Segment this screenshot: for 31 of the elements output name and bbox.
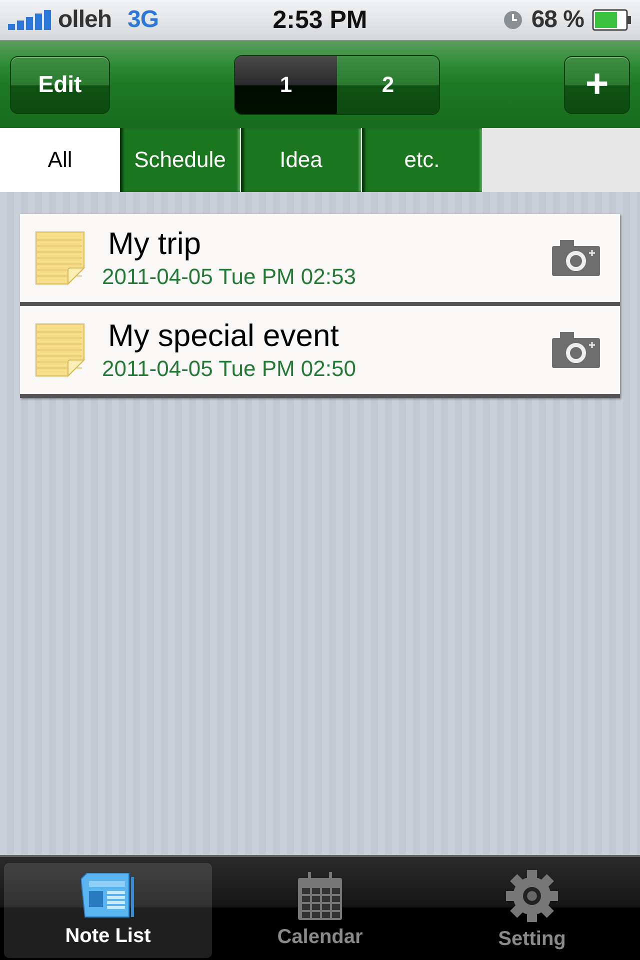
edit-button[interactable]: Edit <box>10 56 110 114</box>
category-tab[interactable]: Idea <box>241 128 361 192</box>
carrier-name: olleh <box>58 6 112 34</box>
network-type: 3G <box>128 6 159 34</box>
tab-bar-item[interactable]: Setting <box>428 863 636 958</box>
tab-bar-item[interactable]: Calendar <box>216 863 424 958</box>
clock-icon <box>503 10 524 30</box>
tab-bar-item[interactable]: Note List <box>4 863 212 958</box>
notepad-icon <box>34 322 86 378</box>
signal-icon <box>8 10 52 30</box>
status-time: 2:53 PM <box>272 6 368 34</box>
newspaper-icon <box>81 873 135 919</box>
battery-icon <box>592 9 632 31</box>
note-date: 2011-04-05 Tue PM 02:53 <box>102 264 357 290</box>
segment-button[interactable]: 2 <box>337 56 439 114</box>
note-title: My special event <box>107 318 340 354</box>
category-tab[interactable]: All <box>0 128 120 192</box>
battery-percent: 68 % <box>531 6 584 34</box>
note-row[interactable]: My special event 2011-04-05 Tue PM 02:50 <box>20 306 620 398</box>
note-title: My trip <box>107 226 202 262</box>
notepad-icon <box>34 230 86 286</box>
note-row[interactable]: My trip 2011-04-05 Tue PM 02:53 <box>20 214 620 306</box>
camera-icon <box>552 240 600 276</box>
segment-button[interactable]: 1 <box>235 56 337 114</box>
settings-icon <box>506 870 558 922</box>
camera-icon <box>552 332 600 368</box>
category-tab[interactable]: Schedule <box>120 128 240 192</box>
note-date: 2011-04-05 Tue PM 02:50 <box>102 356 357 382</box>
category-tab[interactable]: etc. <box>362 128 482 192</box>
add-button[interactable]: + <box>564 56 630 114</box>
calendar-icon <box>296 872 344 920</box>
